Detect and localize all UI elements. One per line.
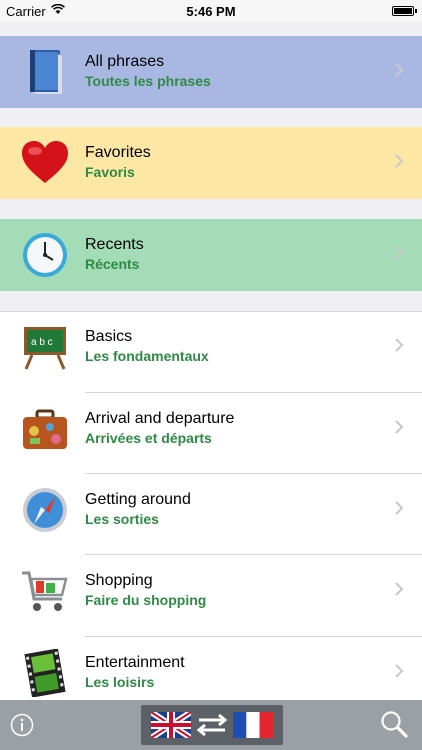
- chevron-right-icon: [395, 501, 404, 515]
- row-all-phrases[interactable]: All phrases Toutes les phrases: [0, 36, 422, 108]
- status-bar: Carrier 5:46 PM: [0, 0, 422, 22]
- row-subtitle: Récents: [85, 256, 140, 272]
- row-subtitle: Les fondamentaux: [85, 348, 209, 364]
- chalkboard-icon: a b c: [24, 327, 66, 370]
- search-icon[interactable]: [380, 710, 408, 738]
- film-strip-icon: [24, 649, 66, 697]
- info-icon[interactable]: [10, 713, 34, 737]
- heart-icon: [22, 141, 68, 183]
- row-title: All phrases: [85, 53, 165, 70]
- chevron-right-icon: [395, 154, 404, 168]
- chevron-right-icon: [395, 63, 404, 77]
- swap-arrows-icon: [196, 714, 228, 736]
- row-subtitle: Les loisirs: [85, 674, 155, 690]
- row-title: Entertainment: [85, 654, 185, 671]
- row-subtitle: Favoris: [85, 164, 135, 180]
- chevron-right-icon: [395, 582, 404, 596]
- list-item[interactable]: a b c Basics Les fondamentaux: [0, 311, 422, 383]
- row-subtitle: Toutes les phrases: [85, 73, 211, 89]
- france-flag-icon: [233, 712, 273, 738]
- shopping-cart-icon: [22, 571, 68, 611]
- list-item[interactable]: Entertainment Les loisirs: [0, 637, 422, 709]
- row-title: Basics: [85, 328, 133, 345]
- bottom-toolbar: [0, 700, 422, 750]
- row-title: Arrival and departure: [85, 410, 235, 427]
- chevron-right-icon: [395, 246, 404, 260]
- svg-text:a b c: a b c: [31, 337, 53, 348]
- chevron-right-icon: [395, 338, 404, 352]
- row-title: Favorites: [85, 144, 151, 161]
- uk-flag-icon: [151, 712, 191, 738]
- chevron-right-icon: [395, 420, 404, 434]
- row-title: Shopping: [85, 572, 153, 589]
- row-favorites[interactable]: Favorites Favoris: [0, 127, 422, 199]
- row-title: Recents: [85, 236, 144, 253]
- battery-icon: [392, 6, 417, 16]
- row-title: Getting around: [85, 491, 191, 508]
- compass-icon: [23, 488, 67, 532]
- list-item[interactable]: Getting around Les sorties: [0, 474, 422, 546]
- list-item[interactable]: Shopping Faire du shopping: [0, 555, 422, 627]
- clock-time: 5:46 PM: [186, 4, 236, 19]
- list-item[interactable]: Arrival and departure Arrivées et départ…: [0, 393, 422, 465]
- book-icon: [30, 50, 62, 94]
- row-subtitle: Les sorties: [85, 511, 159, 527]
- row-recents[interactable]: Recents Récents: [0, 219, 422, 291]
- language-switch-button[interactable]: [141, 705, 283, 745]
- suitcase-icon: [23, 409, 67, 449]
- row-subtitle: Faire du shopping: [85, 592, 207, 608]
- row-subtitle: Arrivées et départs: [85, 430, 212, 446]
- chevron-right-icon: [395, 664, 404, 678]
- clock-icon: [23, 233, 67, 277]
